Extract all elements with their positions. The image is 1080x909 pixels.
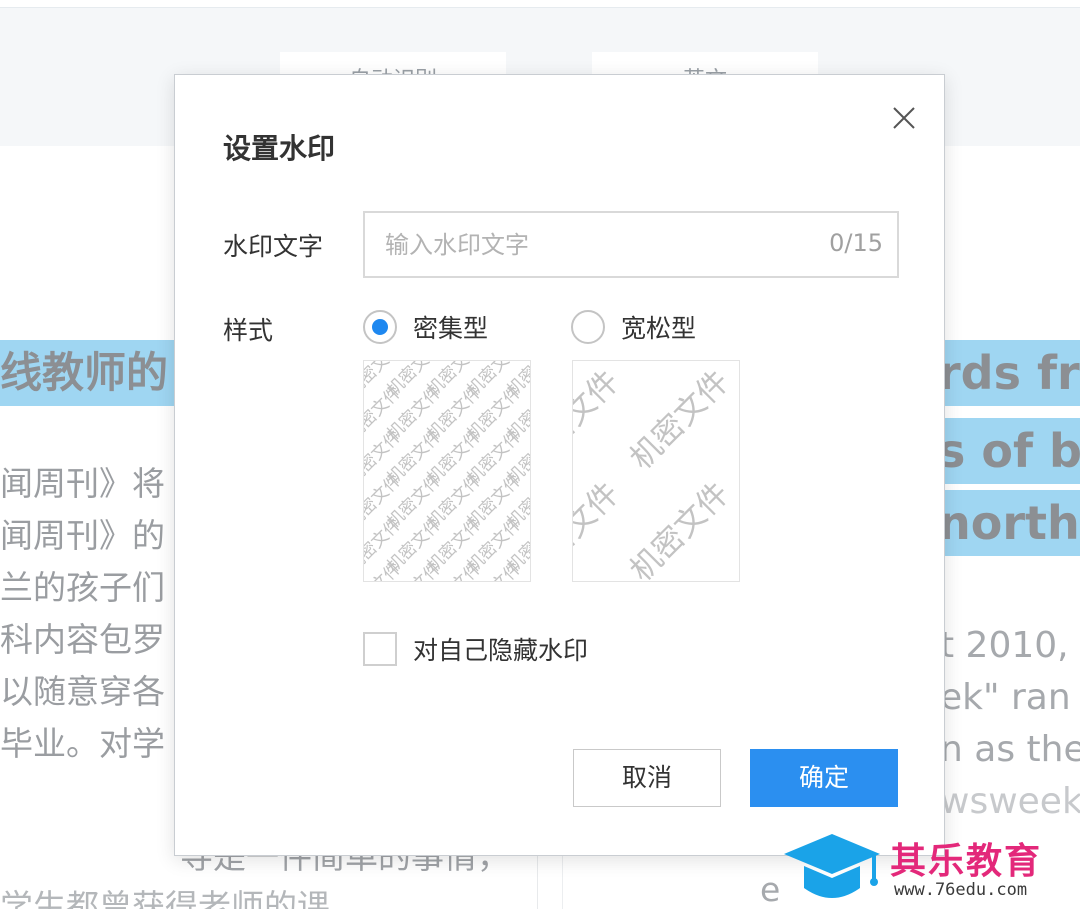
- right-paragraph-line: ek" ran: [940, 677, 1071, 718]
- left-paragraph-line: 兰的孩子们: [0, 568, 165, 607]
- left-paragraph-line: 科内容包罗: [0, 620, 165, 659]
- left-paragraph-line-cut: 学生都曾获得老师的课: [0, 887, 330, 909]
- right-paragraph-line: t 2010,: [940, 625, 1069, 666]
- checkbox-unchecked-icon[interactable]: [363, 632, 397, 666]
- char-counter: 0/15: [829, 229, 883, 257]
- hide-watermark-for-self[interactable]: 对自己隐藏水印: [363, 631, 588, 667]
- left-paragraph: 闻周刊》将 闻周刊》的 兰的孩子们 科内容包罗 以随意穿各 毕业。对学: [0, 458, 200, 770]
- radio-unchecked-icon[interactable]: [571, 310, 605, 344]
- watermark-text-field[interactable]: 0/15: [363, 211, 899, 278]
- loose-preview-pattern: 机密文件机密文件机密文件机密文件机密文件机密文件机密文件机密文件机密文件: [573, 364, 740, 582]
- style-option-dense[interactable]: 密集型: [363, 309, 488, 345]
- radio-checked-icon[interactable]: [363, 310, 397, 344]
- dense-preview-pattern: 机密文件机密文件机密文件机密文件机密文件机密文件机密文件机密文件机密文件机密文件…: [364, 361, 530, 581]
- confirm-button[interactable]: 确定: [750, 749, 898, 807]
- watermark-sample-text: 机密文件: [623, 476, 736, 582]
- loose-style-preview[interactable]: 机密文件机密文件机密文件机密文件机密文件机密文件机密文件机密文件机密文件: [572, 360, 740, 582]
- watermark-sample-text: 机密文件: [733, 476, 740, 582]
- dense-style-preview[interactable]: 机密文件 机密文件 机密文件 机密文件 机密文件 机密文件 机密文件 机密文件 机密文件 机密文件…: [363, 360, 531, 582]
- top-bar: [0, 0, 1080, 8]
- watermark-text-label: 水印文字: [223, 232, 324, 261]
- left-heading: 线教师的: [0, 340, 200, 406]
- style-option-label: 密集型: [413, 314, 489, 343]
- watermark-sample-text: 机密文件: [573, 364, 626, 477]
- graduation-cap-icon: [784, 834, 880, 898]
- cancel-button[interactable]: 取消: [573, 749, 721, 807]
- site-logo: 其乐教育 www.76edu.com: [780, 826, 1080, 909]
- right-paragraph-fragment: e: [760, 870, 781, 909]
- logo-name: 其乐教育: [890, 841, 1043, 882]
- right-paragraph: t 2010, ek" ran n as the wsweek: [940, 620, 1080, 828]
- watermark-sample-text: 机密文件: [573, 476, 626, 582]
- left-paragraph-line: 毕业。对学: [0, 724, 165, 763]
- right-paragraph-line: n as the: [940, 729, 1080, 770]
- right-paragraph-line: wsweek: [940, 781, 1080, 822]
- hide-watermark-label: 对自己隐藏水印: [413, 636, 589, 665]
- watermark-sample-text: 机密文件: [733, 364, 740, 477]
- left-paragraph-line: 以随意穿各: [0, 672, 165, 711]
- watermark-sample-text: 机密文件: [623, 364, 736, 477]
- style-option-loose[interactable]: 宽松型: [571, 309, 696, 345]
- watermark-text-input[interactable]: [365, 213, 805, 276]
- watermark-dialog: 设置水印 水印文字 0/15 样式 密集型 宽松型 机密文件机密文件机密文件机密…: [174, 74, 945, 856]
- style-label: 样式: [223, 316, 274, 345]
- close-icon[interactable]: [889, 103, 919, 133]
- dialog-title: 设置水印: [223, 132, 336, 165]
- left-paragraph-line: 闻周刊》的: [0, 516, 165, 555]
- logo-url: www.76edu.com: [894, 880, 1028, 900]
- style-option-label: 宽松型: [621, 314, 697, 343]
- left-paragraph-line: 闻周刊》将: [0, 464, 165, 503]
